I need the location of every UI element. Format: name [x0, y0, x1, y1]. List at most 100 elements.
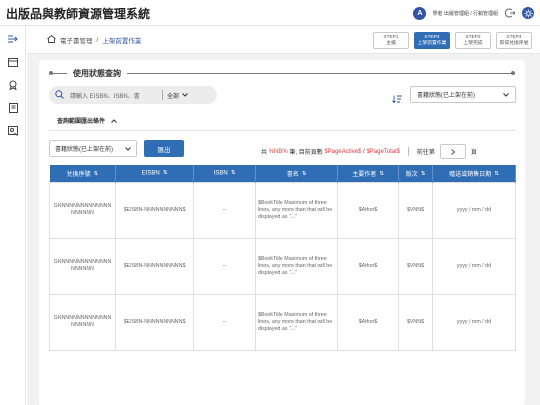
- step-3[interactable]: STEP3 上架完成: [455, 32, 491, 49]
- export-filter-label: 查詢範圍匯出條件: [57, 119, 106, 125]
- award-icon[interactable]: [0, 75, 26, 95]
- status-sort-value: 書籍狀態(已上架在前): [417, 93, 475, 99]
- section-title: 使用狀態查詢: [73, 68, 121, 78]
- sidebar: [0, 26, 26, 405]
- section-line-left: [53, 72, 67, 74]
- pagination-divider: [407, 147, 409, 156]
- table-row[interactable]: GNNNNNNNNNNNNNNNNNNNN $EISBN-NNNNNNNNNN$…: [49, 237, 516, 295]
- search-input[interactable]: 請輸入 EISBN、ISBN、書: [70, 91, 158, 100]
- eisbn-cell: $EISBN-NNNNNNNNNN$: [115, 293, 194, 351]
- breadcrumb-sep: /: [96, 36, 99, 44]
- user-role-label: 學者 出版管理組 / 行銷管理組: [432, 10, 498, 17]
- author-cell: $Athor$: [337, 293, 399, 351]
- expand-icon[interactable]: [0, 29, 26, 49]
- user-badge-icon[interactable]: [0, 121, 26, 141]
- step-1[interactable]: STEP1 主檔: [373, 32, 409, 49]
- settings-icon[interactable]: [522, 7, 534, 19]
- step-4[interactable]: STEP4 取得兌換序號: [496, 32, 532, 49]
- step-indicator: STEP1 主檔 STEP2 上架前置作業 STEP3 上架完成 STEP4 取得兌換序…: [373, 32, 532, 49]
- table-row[interactable]: GNNNNNNNNNNNNNNNNNNNN $EISBN-NNNNNNNNNN$…: [49, 181, 516, 239]
- count-mid: 筆, 目前頁數: [289, 150, 323, 156]
- total-count: %NB%: [268, 148, 288, 155]
- search-scope-select[interactable]: 全部: [167, 91, 188, 100]
- top-bar: 出版品與教師資源管理系統 A 學者 出版管理組 / 行銷管理組: [0, 0, 540, 26]
- eisbn-cell: $EISBN-NNNNNNNNNN$: [115, 237, 194, 295]
- sort-icon: ⇅: [379, 171, 384, 178]
- total-pages: $PageTotal$: [366, 148, 400, 155]
- search-icon[interactable]: [55, 86, 64, 104]
- logout-icon[interactable]: [504, 7, 516, 19]
- user-area: A 學者 出版管理組 / 行銷管理組: [413, 4, 534, 22]
- step-2[interactable]: STEP2 上架前置作業: [414, 32, 450, 49]
- sort-icon: ⇅: [230, 169, 236, 176]
- column-header[interactable]: 書名 ⇅: [255, 165, 338, 182]
- search-box[interactable]: 請輸入 EISBN、ISBN、書 全部: [49, 86, 217, 104]
- sort-icon: ⇅: [494, 171, 499, 178]
- book-title-cell: $BookTitle Maximum of three lines, any m…: [255, 293, 338, 351]
- pagination-info: 共 %NB% 筆, 目前頁數 $PageActive$ / $PageTotal…: [261, 144, 477, 159]
- edition-cell: $VNN$: [398, 293, 433, 351]
- results-table: 兌換序號 ⇅ EISBN ⇅ ISBN ⇅ 書名 ⇅ 主要作者 ⇅ 版次 ⇅ 贈送或銷售日期…: [49, 165, 516, 351]
- edition-cell: $VNN$: [398, 237, 433, 295]
- window-icon[interactable]: [0, 52, 26, 72]
- section-line-right: [127, 72, 511, 74]
- column-header[interactable]: EISBN ⇅: [115, 165, 194, 182]
- column-header[interactable]: 主要作者 ⇅: [337, 165, 399, 182]
- chevron-right-icon: [451, 148, 455, 155]
- main-area: 電子書管理 / 上架前置作業 STEP1 主檔 STEP2 上架前置作業 STEP3…: [27, 26, 540, 405]
- chevron-up-icon: [111, 118, 117, 123]
- breadcrumb-bar: 電子書管理 / 上架前置作業 STEP1 主檔 STEP2 上架前置作業 STEP3…: [27, 26, 540, 54]
- column-header[interactable]: 贈送或銷售日期 ⇅: [432, 165, 516, 182]
- chevron-down-icon: [125, 146, 131, 151]
- search-scope-label: 全部: [167, 93, 180, 100]
- column-header[interactable]: ISBN ⇅: [193, 165, 256, 182]
- status-sort-select[interactable]: 書籍狀態(已上架在前): [410, 86, 516, 103]
- avatar[interactable]: A: [413, 6, 427, 20]
- column-header[interactable]: 兌換序號 ⇅: [49, 165, 116, 182]
- sort-icon: ⇅: [93, 171, 99, 178]
- date-cell: yyyy / mm / dd: [432, 181, 516, 239]
- chevron-down-icon: [182, 93, 188, 97]
- page-slash: /: [363, 148, 365, 155]
- column-header[interactable]: 版次 ⇅: [398, 165, 433, 182]
- book-title-cell: $BookTitle Maximum of three lines, any m…: [255, 181, 338, 239]
- breadcrumb-item-current: 上架前置作業: [102, 38, 142, 45]
- current-page: $PageActive$: [324, 148, 362, 155]
- section-header: 使用狀態查詢: [49, 66, 515, 80]
- table-header-row: 兌換序號 ⇅ EISBN ⇅ ISBN ⇅ 書名 ⇅ 主要作者 ⇅ 版次 ⇅ 贈送或銷售日期…: [49, 165, 516, 182]
- author-cell: $Athor$: [337, 181, 399, 239]
- export-filter-toggle[interactable]: 查詢範圍匯出條件: [57, 116, 117, 125]
- home-icon[interactable]: [47, 34, 56, 45]
- edition-cell: $VNN$: [398, 181, 433, 239]
- count-prefix: 共: [261, 150, 268, 156]
- serial-cell: GNNNNNNNNNNNNNNNNNNNN: [49, 237, 116, 295]
- export-status-select[interactable]: 書籍狀態(已上架在前): [49, 140, 137, 157]
- sort-order-icon[interactable]: [392, 90, 402, 108]
- author-cell: $Athor$: [337, 237, 399, 295]
- page-unit-label: 頁: [470, 150, 477, 156]
- serial-cell: GNNNNNNNNNNNNNNNNNNNN: [49, 181, 116, 239]
- export-status-value: 書籍狀態(已上架在前): [55, 147, 113, 153]
- serial-cell: GNNNNNNNNNNNNNNNNNNNN: [49, 293, 116, 351]
- sort-icon: ⇅: [162, 169, 168, 176]
- app-title: 出版品與教師資源管理系統: [6, 7, 151, 21]
- isbn-cell: --: [193, 237, 256, 295]
- sort-icon: ⇅: [301, 171, 307, 178]
- isbn-cell: --: [193, 293, 256, 351]
- breadcrumb: 電子書管理 / 上架前置作業: [47, 34, 142, 45]
- table-row[interactable]: GNNNNNNNNNNNNNNNNNNNN $EISBN-NNNNNNNNNN$…: [49, 293, 516, 351]
- search-divider: [162, 90, 163, 100]
- book-title-cell: $BookTitle Maximum of three lines, any m…: [255, 237, 338, 295]
- chevron-down-icon: [503, 92, 509, 97]
- book-icon[interactable]: [0, 98, 26, 118]
- date-cell: yyyy / mm / dd: [432, 237, 516, 295]
- sort-icon: ⇅: [420, 171, 426, 178]
- section-dot-right: [511, 71, 515, 75]
- isbn-cell: --: [193, 181, 256, 239]
- export-button[interactable]: 匯出: [144, 140, 184, 157]
- goto-label: 前往第: [416, 150, 435, 156]
- date-cell: yyyy / mm / dd: [432, 293, 516, 351]
- eisbn-cell: $EISBN-NNNNNNNNNN$: [115, 181, 194, 239]
- breadcrumb-item-ebook[interactable]: 電子書管理: [60, 35, 93, 45]
- goto-page-input[interactable]: [439, 144, 466, 159]
